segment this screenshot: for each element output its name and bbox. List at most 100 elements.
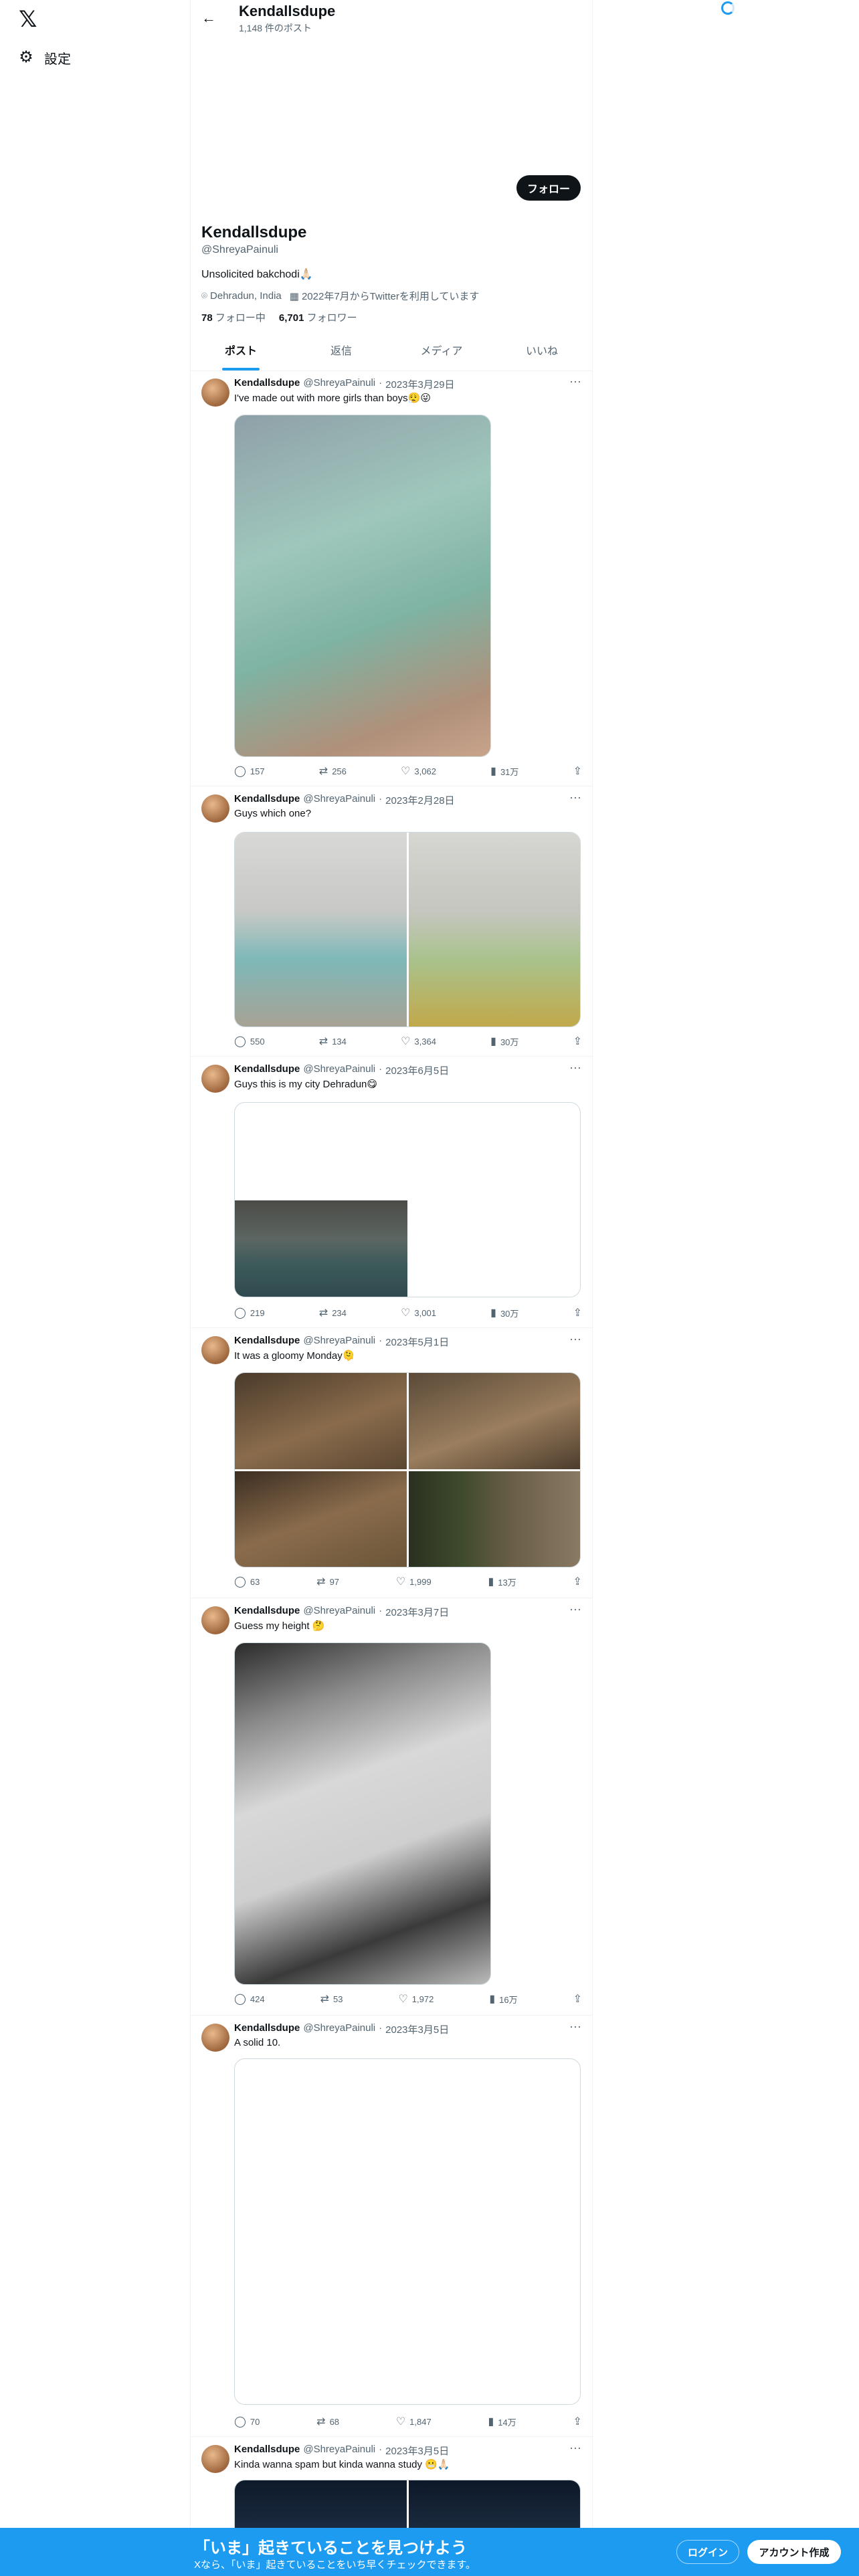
tweet-author-name[interactable]: Kendallsdupe [234,1605,300,1619]
media-photo[interactable] [235,1200,407,1297]
tweet-media[interactable] [234,415,491,757]
like-button[interactable]: ♡ 1,999 [396,1574,432,1589]
tweet-media[interactable] [234,2480,581,2528]
media-photo[interactable] [235,1471,407,1567]
avatar[interactable] [201,379,229,407]
tweet-date[interactable]: 2023年3月5日 [385,2444,449,2458]
more-icon[interactable]: ··· [569,1061,581,1075]
avatar[interactable] [201,1606,229,1634]
reply-button[interactable]: ◯ 157 [234,764,265,778]
avatar[interactable] [201,1065,229,1093]
like-button[interactable]: ♡ 3,364 [401,1034,436,1049]
media-photo[interactable] [235,2480,407,2528]
views-button[interactable]: ▮ 31万 [490,764,518,778]
reply-button[interactable]: ◯ 424 [234,1992,265,2006]
follow-button[interactable]: フォロー [516,175,581,201]
retweet-button[interactable]: ⇄ 97 [316,1574,339,1589]
tweet-media[interactable] [234,2058,581,2405]
share-button[interactable]: ⇪ [573,1574,582,1589]
avatar[interactable] [201,2445,229,2473]
tweet-media[interactable] [234,1372,581,1568]
reply-button[interactable]: ◯ 63 [234,1574,260,1589]
nav-settings[interactable]: ⚙ 設定 [17,47,71,68]
tweet-date[interactable]: 2023年5月1日 [385,1335,449,1349]
tweet[interactable]: Kendallsdupe @ShreyaPainuli · 2023年3月5日 ···… [191,2016,592,2437]
tweet-media[interactable] [234,1642,491,1985]
more-icon[interactable]: ··· [569,1602,581,1616]
tweet-author-handle[interactable]: @ShreyaPainuli [303,1335,375,1349]
share-button[interactable]: ⇪ [573,1034,582,1049]
x-logo-icon[interactable]: 𝕏 [19,8,41,31]
reply-button[interactable]: ◯ 219 [234,1305,265,1320]
following-link[interactable]: 78 フォロー中 [201,310,266,324]
retweet-button[interactable]: ⇄ 234 [319,1305,347,1320]
share-button[interactable]: ⇪ [573,2414,582,2429]
tab-posts[interactable]: ポスト [191,338,291,370]
media-photo[interactable] [409,2480,580,2528]
tweet-media[interactable] [234,832,581,1027]
tweet[interactable]: Kendallsdupe @ShreyaPainuli · 2023年3月5日 ···… [191,2437,592,2528]
media-photo[interactable] [409,1471,580,1567]
tweet[interactable]: Kendallsdupe @ShreyaPainuli · 2023年5月1日 ···… [191,1328,592,1598]
tweet-media[interactable] [234,1102,581,1297]
avatar[interactable] [201,1336,229,1364]
tab-replies[interactable]: 返信 [291,338,391,370]
more-icon[interactable]: ··· [569,2441,581,2455]
tweet[interactable]: Kendallsdupe @ShreyaPainuli · 2023年6月5日 ···… [191,1057,592,1328]
more-icon[interactable]: ··· [569,790,581,804]
tweet[interactable]: Kendallsdupe @ShreyaPainuli · 2023年2月28日 ··… [191,786,592,1057]
create-account-button[interactable]: アカウント作成 [747,2540,841,2564]
tweet-author-handle[interactable]: @ShreyaPainuli [303,377,375,391]
retweet-button[interactable]: ⇄ 53 [320,1992,343,2006]
tweet-author-name[interactable]: Kendallsdupe [234,2022,300,2036]
tweet[interactable]: Kendallsdupe @ShreyaPainuli · 2023年3月7日 ···… [191,1598,592,2016]
avatar[interactable] [201,794,229,823]
tweet-author-name[interactable]: Kendallsdupe [234,1063,300,1077]
more-icon[interactable]: ··· [569,1332,581,1346]
media-photo[interactable] [235,1643,490,1984]
media-photo[interactable] [409,1373,580,1469]
retweet-button[interactable]: ⇄ 68 [316,2414,339,2429]
share-button[interactable]: ⇪ [573,764,582,778]
tweet-author-handle[interactable]: @ShreyaPainuli [303,2022,375,2036]
tweet-author-name[interactable]: Kendallsdupe [234,793,300,807]
tab-media[interactable]: メディア [391,338,492,370]
arrow-left-icon[interactable]: ← [201,9,217,27]
views-button[interactable]: ▮ 30万 [490,1305,518,1320]
views-button[interactable]: ▮ 13万 [488,1574,516,1589]
share-button[interactable]: ⇪ [573,1305,582,1320]
like-button[interactable]: ♡ 3,062 [401,764,436,778]
media-photo[interactable] [235,415,490,756]
share-button[interactable]: ⇪ [573,1992,582,2006]
views-button[interactable]: ▮ 14万 [488,2414,516,2429]
tweet-author-handle[interactable]: @ShreyaPainuli [303,1605,375,1619]
tweet-date[interactable]: 2023年6月5日 [385,1063,449,1077]
reply-button[interactable]: ◯ 550 [234,1034,265,1049]
tweet-author-handle[interactable]: @ShreyaPainuli [303,1063,375,1077]
tweet-date[interactable]: 2023年3月5日 [385,2022,449,2036]
like-button[interactable]: ♡ 3,001 [401,1305,436,1320]
tweet-date[interactable]: 2023年3月7日 [385,1605,449,1619]
login-button[interactable]: ログイン [676,2540,739,2564]
tweet-author-handle[interactable]: @ShreyaPainuli [303,793,375,807]
tweet-author-name[interactable]: Kendallsdupe [234,1335,300,1349]
tweet-author-handle[interactable]: @ShreyaPainuli [303,2444,375,2458]
views-button[interactable]: ▮ 30万 [490,1034,518,1049]
retweet-button[interactable]: ⇄ 256 [319,764,347,778]
followers-link[interactable]: 6,701 フォロワー [279,310,357,324]
media-photo[interactable] [235,1373,407,1469]
tweet-author-name[interactable]: Kendallsdupe [234,377,300,391]
more-icon[interactable]: ··· [569,2020,581,2034]
tweet-author-name[interactable]: Kendallsdupe [234,2444,300,2458]
tweet[interactable]: Kendallsdupe @ShreyaPainuli · 2023年3月29日 ··… [191,370,592,786]
retweet-button[interactable]: ⇄ 134 [319,1034,347,1049]
like-button[interactable]: ♡ 1,847 [396,2414,432,2429]
media-photo[interactable] [409,833,580,1027]
more-icon[interactable]: ··· [569,374,581,389]
tweet-date[interactable]: 2023年3月29日 [385,377,454,391]
like-button[interactable]: ♡ 1,972 [398,1992,434,2006]
avatar[interactable] [201,2024,229,2052]
views-button[interactable]: ▮ 16万 [489,1992,517,2006]
tweet-date[interactable]: 2023年2月28日 [385,793,454,807]
tab-likes[interactable]: いいね [492,338,592,370]
